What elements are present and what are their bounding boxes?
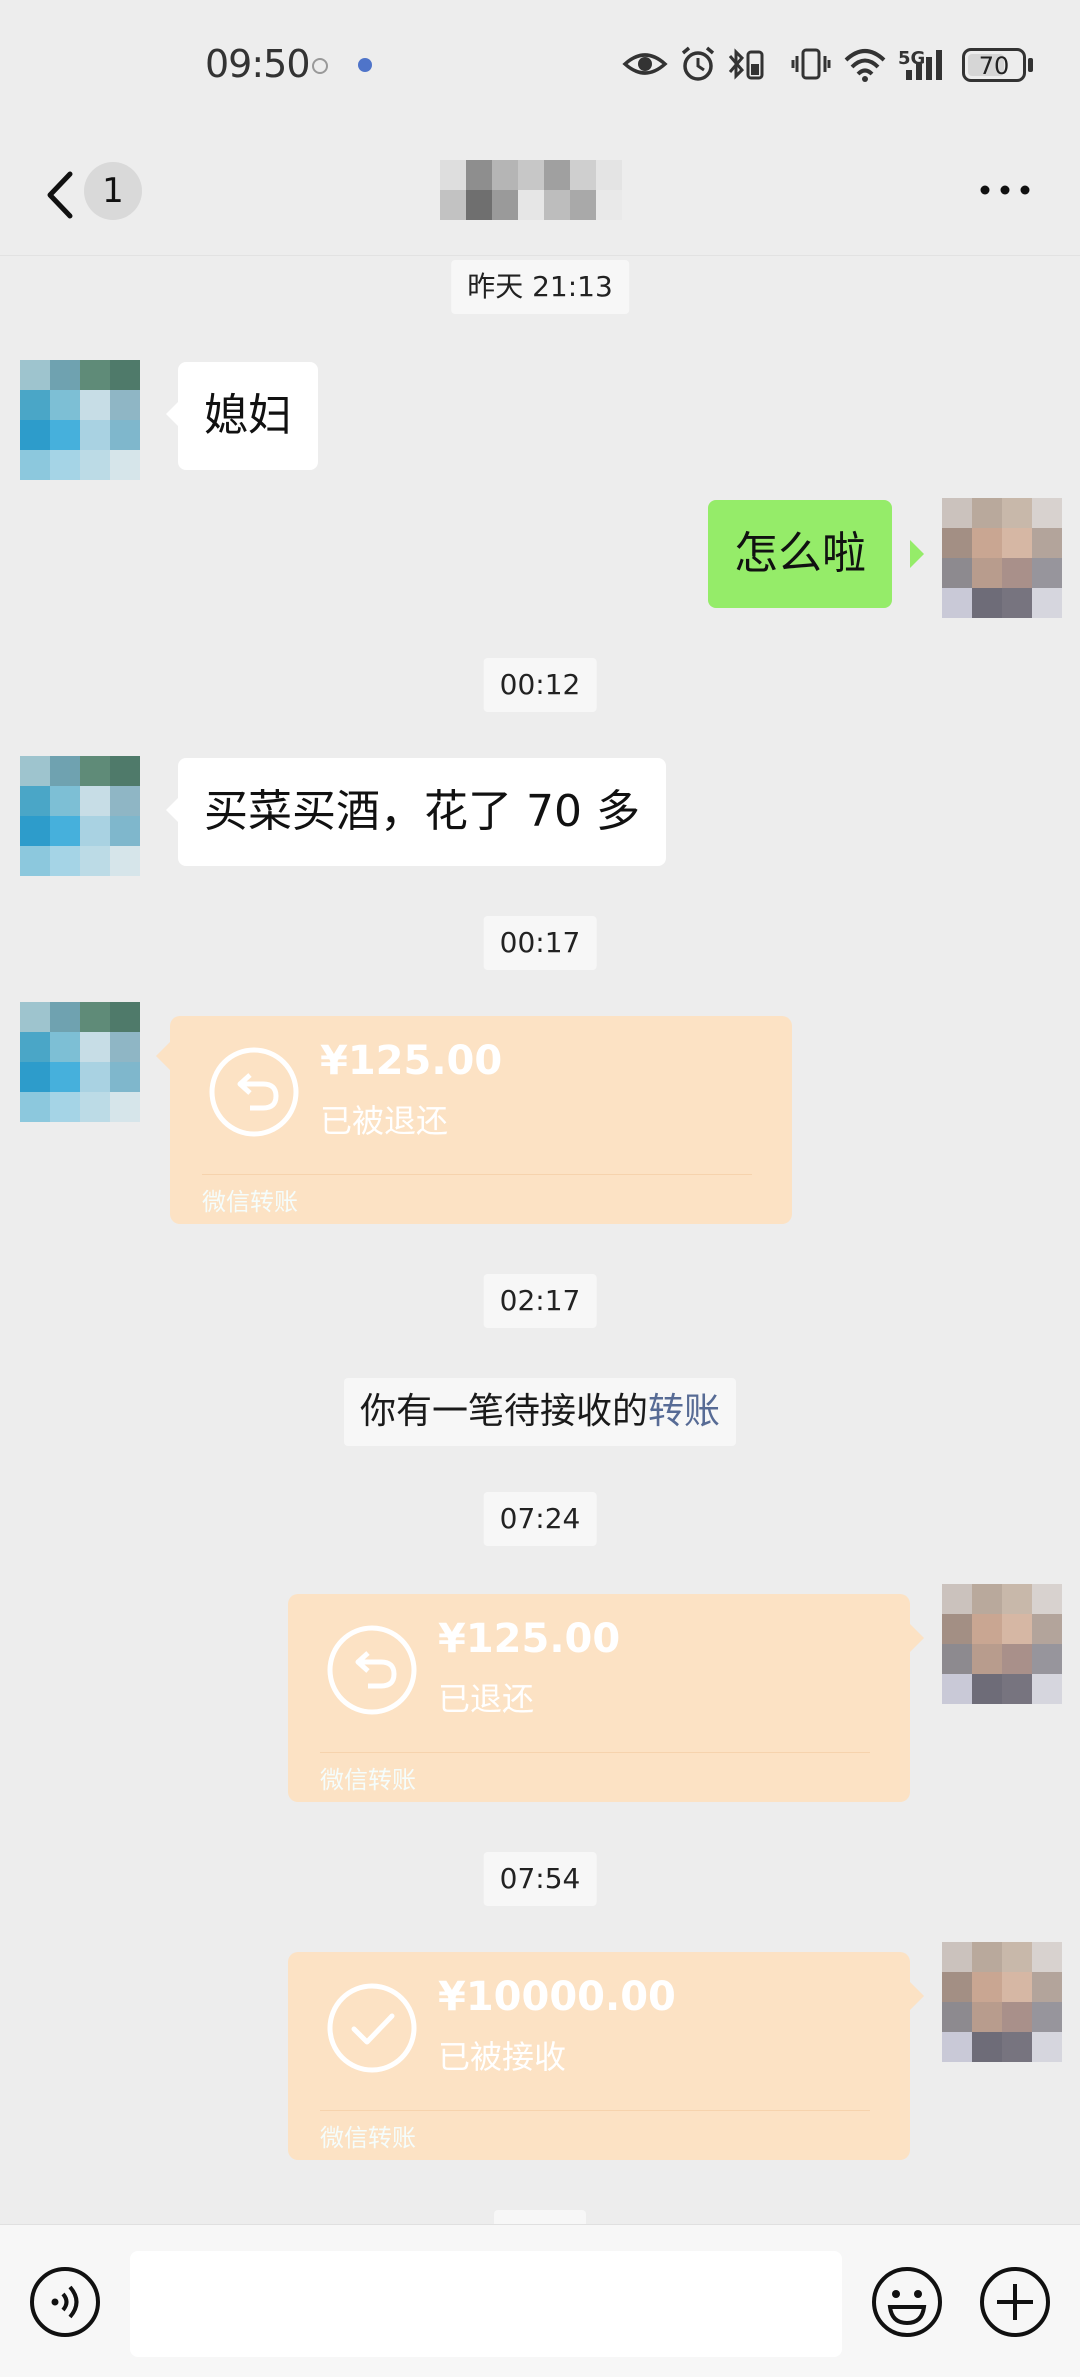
notification-icon xyxy=(312,58,328,74)
transfer-amount: ¥125.00 xyxy=(320,1038,503,1084)
wifi-icon xyxy=(844,49,886,82)
voice-icon[interactable] xyxy=(28,2265,102,2339)
plus-icon[interactable] xyxy=(978,2265,1052,2339)
notification-dot-icon xyxy=(358,58,372,72)
message-bubble[interactable]: 买菜买酒，花了 70 多 xyxy=(178,758,666,866)
transfer-label: 微信转账 xyxy=(320,1766,416,1794)
message-bubble[interactable]: 怎么啦 xyxy=(708,500,892,608)
transfer-label: 微信转账 xyxy=(320,2124,416,2152)
system-message-text: 你有一笔待接收的 xyxy=(359,1391,648,1432)
alarm-icon xyxy=(681,46,715,81)
transfer-status: 已退还 xyxy=(438,1680,535,1718)
check-icon xyxy=(327,1983,417,2073)
my-avatar[interactable] xyxy=(942,1942,1062,2062)
input-bar xyxy=(0,2224,1080,2377)
transfer-amount: ¥10000.00 xyxy=(438,1974,676,2020)
timestamp: 02:17 xyxy=(483,1274,597,1328)
emoji-icon[interactable] xyxy=(870,2265,944,2339)
bubble-tail xyxy=(910,1982,924,2010)
unread-count-badge[interactable]: 1 xyxy=(84,162,142,220)
divider xyxy=(202,1174,752,1175)
divider xyxy=(320,1752,870,1753)
refund-icon xyxy=(327,1625,417,1715)
transfer-label: 微信转账 xyxy=(202,1188,298,1216)
signal-icon xyxy=(906,50,942,80)
more-icon[interactable] xyxy=(975,170,1035,210)
chat-header: 1 xyxy=(0,140,1080,256)
contact-avatar[interactable] xyxy=(20,360,140,480)
eye-icon xyxy=(622,53,668,75)
back-icon[interactable] xyxy=(40,160,90,230)
contact-avatar[interactable] xyxy=(20,756,140,876)
transfer-card-received[interactable]: ¥10000.00 已被接收 微信转账 xyxy=(288,1952,910,2160)
battery-cap xyxy=(1028,58,1033,72)
bubble-tail xyxy=(910,1624,924,1652)
message-input[interactable] xyxy=(130,2251,842,2357)
bubble-tail xyxy=(910,540,924,568)
battery-text: 70 xyxy=(978,52,1010,80)
timestamp: 昨天 21:13 xyxy=(451,260,629,314)
transfer-card-refunded[interactable]: ¥125.00 已被退还 微信转账 xyxy=(170,1016,792,1224)
transfer-amount: ¥125.00 xyxy=(438,1616,621,1662)
vibrate-icon xyxy=(791,48,831,80)
transfer-card-returned[interactable]: ¥125.00 已退还 微信转账 xyxy=(288,1594,910,1802)
message-bubble[interactable]: 媳妇 xyxy=(178,362,318,470)
timestamp: 00:12 xyxy=(483,658,597,712)
transfer-link[interactable]: 转账 xyxy=(648,1391,720,1432)
battery-icon: 70 xyxy=(962,48,1026,82)
timestamp: 07:54 xyxy=(483,1852,597,1906)
status-bar: 09:50 5G 70 xyxy=(0,0,1080,140)
bluetooth-battery-icon xyxy=(728,48,764,80)
system-message: 你有一笔待接收的转账 xyxy=(343,1378,737,1446)
status-time: 09:50 xyxy=(205,42,311,86)
refund-icon xyxy=(209,1047,299,1137)
timestamp: 00:17 xyxy=(483,916,597,970)
transfer-status: 已被退还 xyxy=(320,1102,449,1140)
contact-name-pixelated xyxy=(440,160,622,220)
my-avatar[interactable] xyxy=(942,498,1062,618)
transfer-status: 已被接收 xyxy=(438,2038,567,2076)
my-avatar[interactable] xyxy=(942,1584,1062,1704)
bubble-tail xyxy=(156,1042,170,1070)
timestamp-partial xyxy=(494,2210,586,2224)
contact-avatar[interactable] xyxy=(20,1002,140,1122)
divider xyxy=(320,2110,870,2111)
timestamp: 07:24 xyxy=(483,1492,597,1546)
